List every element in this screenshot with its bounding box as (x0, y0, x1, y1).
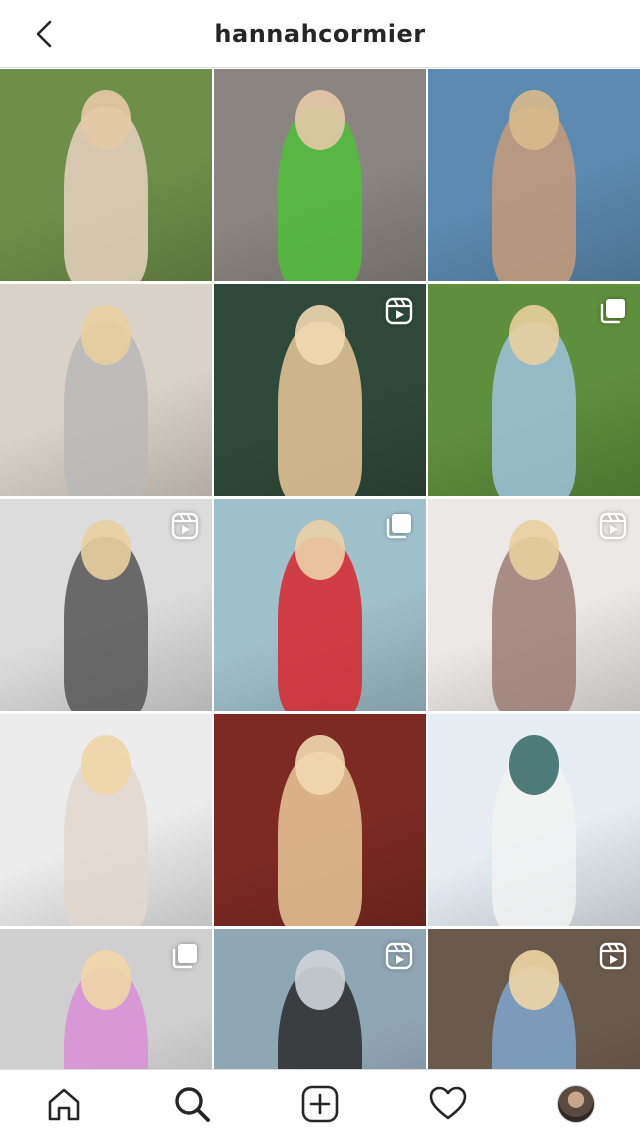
post-thumbnail[interactable] (214, 929, 426, 1069)
post-subject-head (508, 520, 560, 580)
reel-icon (599, 512, 627, 540)
reel-badge (170, 511, 200, 541)
post-subject-head (508, 90, 560, 150)
post-thumbnail[interactable] (214, 284, 426, 496)
post-thumbnail[interactable] (0, 284, 212, 496)
post-thumbnail[interactable] (0, 69, 212, 281)
reel-icon (385, 297, 413, 325)
post-subject-head (80, 950, 132, 1010)
post-thumbnail[interactable] (0, 929, 212, 1069)
post-thumbnail[interactable] (214, 499, 426, 711)
post-thumbnail[interactable] (428, 714, 640, 926)
reel-badge (384, 941, 414, 971)
reel-badge (598, 511, 628, 541)
carousel-badge (170, 941, 200, 971)
post-subject-head (80, 305, 132, 365)
carousel-icon (172, 944, 197, 969)
post-subject-head (294, 735, 346, 795)
reel-badge (598, 941, 628, 971)
post-subject-head (294, 950, 346, 1010)
post-thumbnail[interactable] (214, 714, 426, 926)
carousel-icon (386, 514, 411, 539)
post-thumbnail[interactable] (0, 714, 212, 926)
post-thumbnail[interactable] (428, 69, 640, 281)
bottom-nav-bar (0, 1069, 640, 1138)
reel-icon (385, 942, 413, 970)
post-thumbnail[interactable] (428, 929, 640, 1069)
post-subject-head (294, 90, 346, 150)
reel-badge (384, 296, 414, 326)
reel-icon (599, 942, 627, 970)
nav-add-post-button[interactable] (290, 1074, 350, 1134)
post-subject-head (80, 735, 132, 795)
post-thumbnail[interactable] (214, 69, 426, 281)
carousel-badge (384, 511, 414, 541)
chevron-left-icon (36, 20, 52, 48)
post-subject-head (508, 735, 560, 795)
nav-activity-button[interactable] (418, 1074, 478, 1134)
post-thumbnail[interactable] (0, 499, 212, 711)
carousel-icon (600, 299, 625, 324)
nav-profile-button[interactable] (546, 1074, 606, 1134)
post-subject-head (294, 520, 346, 580)
post-subject-head (294, 305, 346, 365)
profile-username-title: hannahcormier (214, 19, 426, 48)
profile-avatar (557, 1085, 595, 1123)
post-subject-head (80, 520, 132, 580)
home-icon (48, 1088, 80, 1121)
post-subject-head (80, 90, 132, 150)
post-subject-head (508, 305, 560, 365)
nav-home-button[interactable] (34, 1074, 94, 1134)
heart-icon (429, 1086, 467, 1120)
add-post-icon (301, 1085, 339, 1123)
top-bar: hannahcormier (0, 0, 640, 68)
carousel-badge (598, 296, 628, 326)
post-subject-head (508, 950, 560, 1010)
nav-search-button[interactable] (162, 1074, 222, 1134)
post-thumbnail[interactable] (428, 499, 640, 711)
back-button[interactable] (26, 14, 62, 54)
search-icon (175, 1087, 210, 1122)
reel-icon (171, 512, 199, 540)
posts-grid (0, 69, 640, 1069)
post-thumbnail[interactable] (428, 284, 640, 496)
